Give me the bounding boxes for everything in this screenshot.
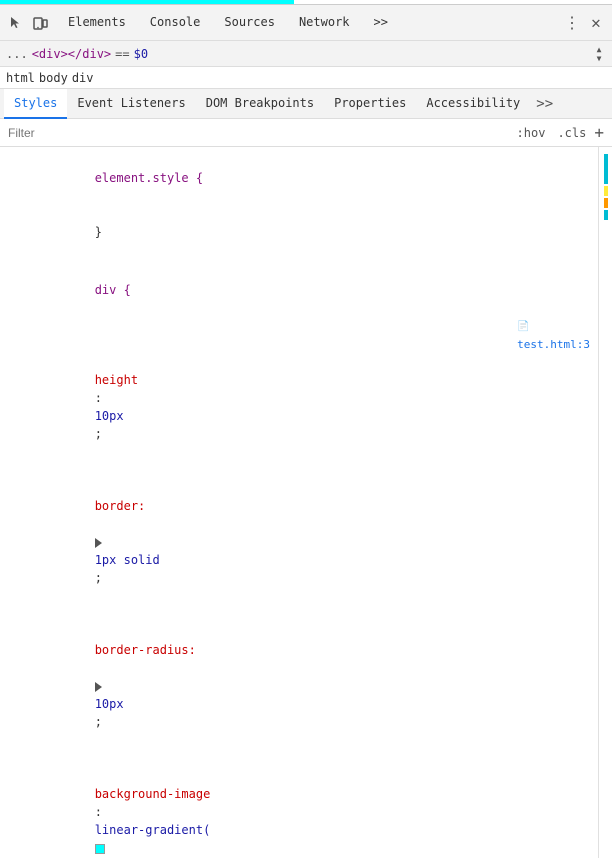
tab-dom-breakpoints[interactable]: DOM Breakpoints [196, 89, 324, 119]
css-area: element.style { } div { 📄 test.html:3 [0, 147, 612, 858]
devtools-panel: Elements Console Sources Network >> ⋮ ✕ … [0, 4, 612, 858]
tab-event-listeners[interactable]: Event Listeners [67, 89, 195, 119]
tab-elements[interactable]: Elements [56, 5, 138, 41]
tab-accessibility[interactable]: Accessibility [416, 89, 530, 119]
breadcrumb-scroll[interactable]: ▲ ▼ [592, 45, 606, 63]
css-rule-selector-element-style: element.style { [0, 151, 598, 205]
right-sidebar [598, 147, 612, 858]
device-toggle-icon[interactable] [28, 11, 52, 35]
filter-input[interactable] [8, 126, 509, 140]
tab-sources[interactable]: Sources [212, 5, 287, 41]
div-selector[interactable]: div { [95, 283, 131, 297]
breadcrumb-div[interactable]: div [72, 71, 94, 85]
cls-filter-button[interactable]: .cls [553, 124, 590, 142]
css-prop-border: border: 1px solid ; [0, 461, 598, 605]
css-prop-background-image: background-image : linear-gradient( #0ff… [0, 749, 598, 858]
value-border-radius[interactable]: 10px [95, 697, 124, 711]
filter-bar: :hov .cls + [0, 119, 612, 147]
styles-more-tabs[interactable]: >> [530, 96, 559, 112]
main-content: :hov .cls + element.style { } [0, 119, 612, 858]
source-filename[interactable]: test.html:3 [517, 338, 590, 351]
breadcrumb-tag[interactable]: <div></div> [32, 47, 111, 61]
value-border[interactable]: 1px solid [95, 553, 160, 567]
prop-background-image[interactable]: background-image [95, 787, 211, 801]
tab-styles[interactable]: Styles [4, 89, 67, 119]
element-style-selector[interactable]: element.style { [95, 171, 203, 185]
close-devtools-icon[interactable]: ✕ [584, 11, 608, 35]
sidebar-marker-cyan-2 [604, 210, 608, 220]
add-style-rule-button[interactable]: + [594, 123, 604, 142]
sidebar-marker-yellow [604, 186, 608, 196]
prop-height[interactable]: height [95, 373, 138, 387]
tab-network[interactable]: Network [287, 5, 362, 41]
breadcrumb-equals: == [115, 47, 129, 61]
css-rule-selector-div: div { 📄 test.html:3 [0, 263, 598, 335]
more-options-icon[interactable]: ⋮ [560, 11, 584, 35]
tab-more[interactable]: >> [362, 5, 400, 41]
source-icon: 📄 [517, 321, 529, 332]
tab-console[interactable]: Console [138, 5, 213, 41]
breadcrumb-html[interactable]: html [6, 71, 35, 85]
breadcrumb-body[interactable]: body [39, 71, 68, 85]
hov-filter-button[interactable]: :hov [513, 124, 550, 142]
css-content: element.style { } div { 📄 test.html:3 [0, 147, 598, 858]
top-toolbar: Elements Console Sources Network >> ⋮ ✕ [0, 5, 612, 41]
inspect-icon[interactable] [4, 11, 28, 35]
css-rule-close-element-style: } [0, 205, 598, 259]
prop-border-radius[interactable]: border-radius: [95, 643, 196, 657]
tab-properties[interactable]: Properties [324, 89, 416, 119]
source-link[interactable]: 📄 test.html:3 [424, 299, 590, 372]
css-prop-border-radius: border-radius: 10px ; [0, 605, 598, 749]
breadcrumb-dots[interactable]: ... [6, 47, 28, 61]
gradient-swatch-1[interactable] [95, 844, 105, 854]
sidebar-marker-orange [604, 198, 608, 208]
border-expand-triangle[interactable] [95, 538, 102, 548]
prop-border[interactable]: border: [95, 499, 146, 513]
border-radius-expand-triangle[interactable] [95, 682, 102, 692]
value-height[interactable]: 10px [95, 409, 124, 423]
breadcrumb: ... <div></div> == $0 ▲ ▼ [0, 41, 612, 67]
breadcrumb-dollar: $0 [134, 47, 148, 61]
sidebar-marker-cyan-1 [604, 154, 608, 184]
styles-panel-tabs: Styles Event Listeners DOM Breakpoints P… [0, 89, 612, 119]
breadcrumb-path: html body div [0, 67, 612, 89]
css-rule-div-main: div { 📄 test.html:3 height : 10px ; [0, 263, 598, 858]
value-background-image[interactable]: linear-gradient( [95, 823, 211, 837]
css-rule-element-style: element.style { } [0, 151, 598, 259]
